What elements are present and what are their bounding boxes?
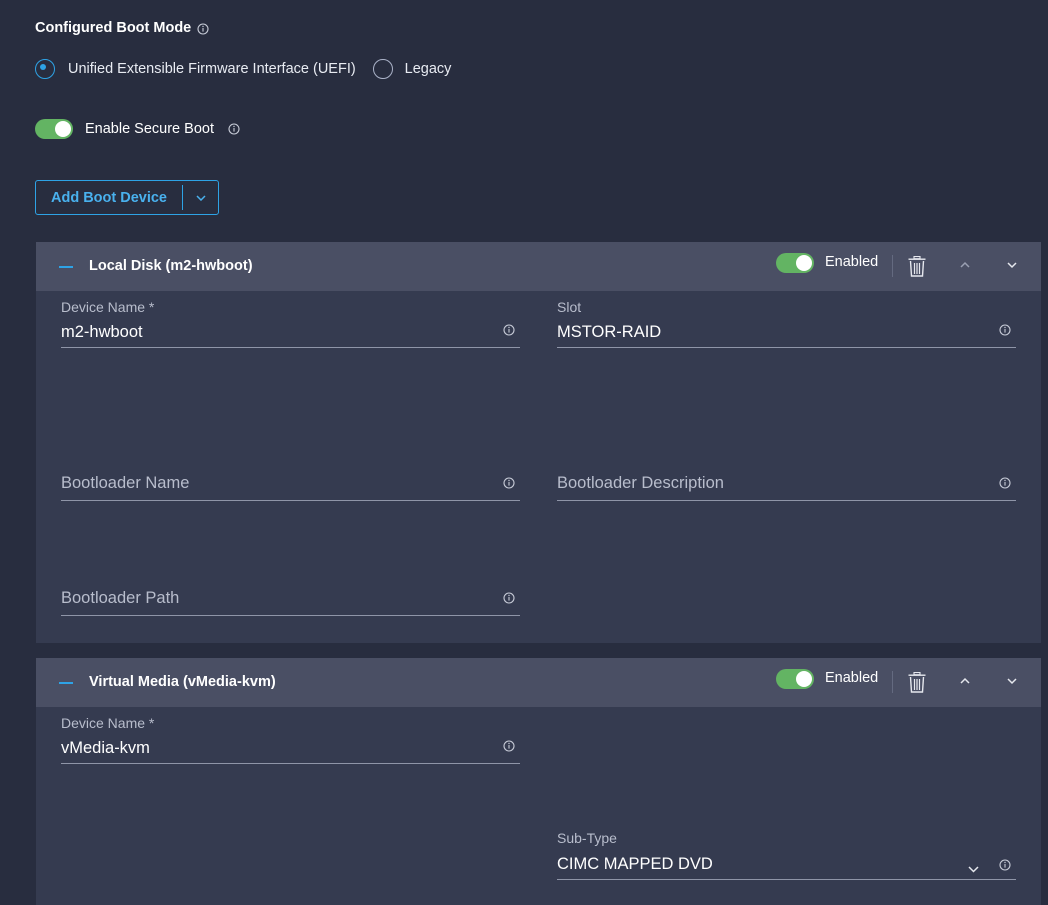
bootloader-name-input[interactable]: Bootloader Name: [61, 474, 189, 493]
boot-mode-radio-group: Unified Extensible Firmware Interface (U…: [35, 58, 451, 80]
legacy-radio[interactable]: [372, 59, 393, 79]
trash-icon[interactable]: [908, 255, 926, 282]
device-enabled-toggle[interactable]: [776, 253, 814, 273]
secure-boot-toggle[interactable]: [35, 119, 73, 139]
bootloader-name-field: Bootloader Name: [61, 472, 520, 502]
secure-boot-label: Enable Secure Boot: [85, 121, 214, 137]
move-up-icon[interactable]: [959, 258, 971, 277]
info-icon[interactable]: [503, 477, 515, 489]
info-icon[interactable]: [999, 859, 1011, 871]
panel-header: Local Disk (m2-hwboot) Enabled: [36, 242, 1041, 291]
field-underline: [61, 347, 520, 348]
add-boot-device-button[interactable]: Add Boot Device: [36, 181, 182, 214]
info-icon[interactable]: [503, 740, 515, 752]
info-icon[interactable]: [999, 324, 1011, 336]
field-underline: [557, 500, 1016, 501]
field-underline: [61, 763, 520, 764]
device-enabled-toggle[interactable]: [776, 669, 814, 689]
sub-type-select[interactable]: CIMC MAPPED DVD: [557, 855, 713, 874]
panel-title: Virtual Media (vMedia-kvm): [89, 674, 276, 690]
add-boot-device-split-button: Add Boot Device: [35, 180, 219, 215]
bootloader-path-input[interactable]: Bootloader Path: [61, 589, 179, 608]
bootloader-path-field: Bootloader Path: [61, 588, 520, 618]
chevron-down-icon: [195, 194, 206, 201]
device-name-field: Device Name * m2-hwboot: [61, 299, 520, 349]
enabled-label: Enabled: [825, 254, 879, 270]
sub-type-field: Sub-Type CIMC MAPPED DVD: [557, 830, 1016, 880]
chevron-down-icon[interactable]: [968, 860, 979, 878]
uefi-radio-label[interactable]: Unified Extensible Firmware Interface (U…: [68, 61, 356, 77]
bootloader-description-field: Bootloader Description: [557, 472, 1016, 502]
uefi-radio[interactable]: [35, 59, 55, 79]
bootloader-description-input[interactable]: Bootloader Description: [557, 474, 724, 493]
move-down-icon[interactable]: [1006, 258, 1018, 277]
field-underline: [61, 500, 520, 501]
device-name-input[interactable]: m2-hwboot: [61, 323, 143, 342]
panel-title: Local Disk (m2-hwboot): [89, 258, 253, 274]
collapse-icon[interactable]: [59, 682, 73, 684]
slot-input[interactable]: MSTOR-RAID: [557, 323, 661, 342]
boot-device-panel-local-disk: Local Disk (m2-hwboot) Enabled Device Na…: [36, 242, 1041, 643]
configured-boot-mode-label: Configured Boot Mode: [35, 20, 192, 36]
add-boot-device-dropdown[interactable]: [183, 181, 218, 214]
device-name-label: Device Name *: [61, 715, 155, 731]
divider: [892, 671, 893, 693]
field-underline: [61, 615, 520, 616]
collapse-icon[interactable]: [59, 266, 73, 268]
info-icon[interactable]: [197, 23, 209, 35]
move-down-icon[interactable]: [1006, 674, 1018, 693]
device-name-field: Device Name * vMedia-kvm: [61, 715, 520, 765]
info-icon[interactable]: [503, 324, 515, 336]
slot-field: Slot MSTOR-RAID: [557, 299, 1016, 349]
move-up-icon[interactable]: [959, 674, 971, 693]
field-underline: [557, 879, 1016, 880]
info-icon[interactable]: [503, 592, 515, 604]
device-name-label: Device Name *: [61, 299, 155, 315]
slot-label: Slot: [557, 299, 582, 315]
device-name-input[interactable]: vMedia-kvm: [61, 739, 150, 758]
field-underline: [557, 347, 1016, 348]
trash-icon[interactable]: [908, 671, 926, 698]
sub-type-label: Sub-Type: [557, 830, 617, 846]
info-icon[interactable]: [228, 123, 240, 135]
enabled-label: Enabled: [825, 670, 879, 686]
panel-header: Virtual Media (vMedia-kvm) Enabled: [36, 658, 1041, 707]
boot-device-panel-virtual-media: Virtual Media (vMedia-kvm) Enabled Devic…: [36, 658, 1041, 905]
divider: [892, 255, 893, 277]
info-icon[interactable]: [999, 477, 1011, 489]
legacy-radio-label[interactable]: Legacy: [405, 61, 452, 77]
